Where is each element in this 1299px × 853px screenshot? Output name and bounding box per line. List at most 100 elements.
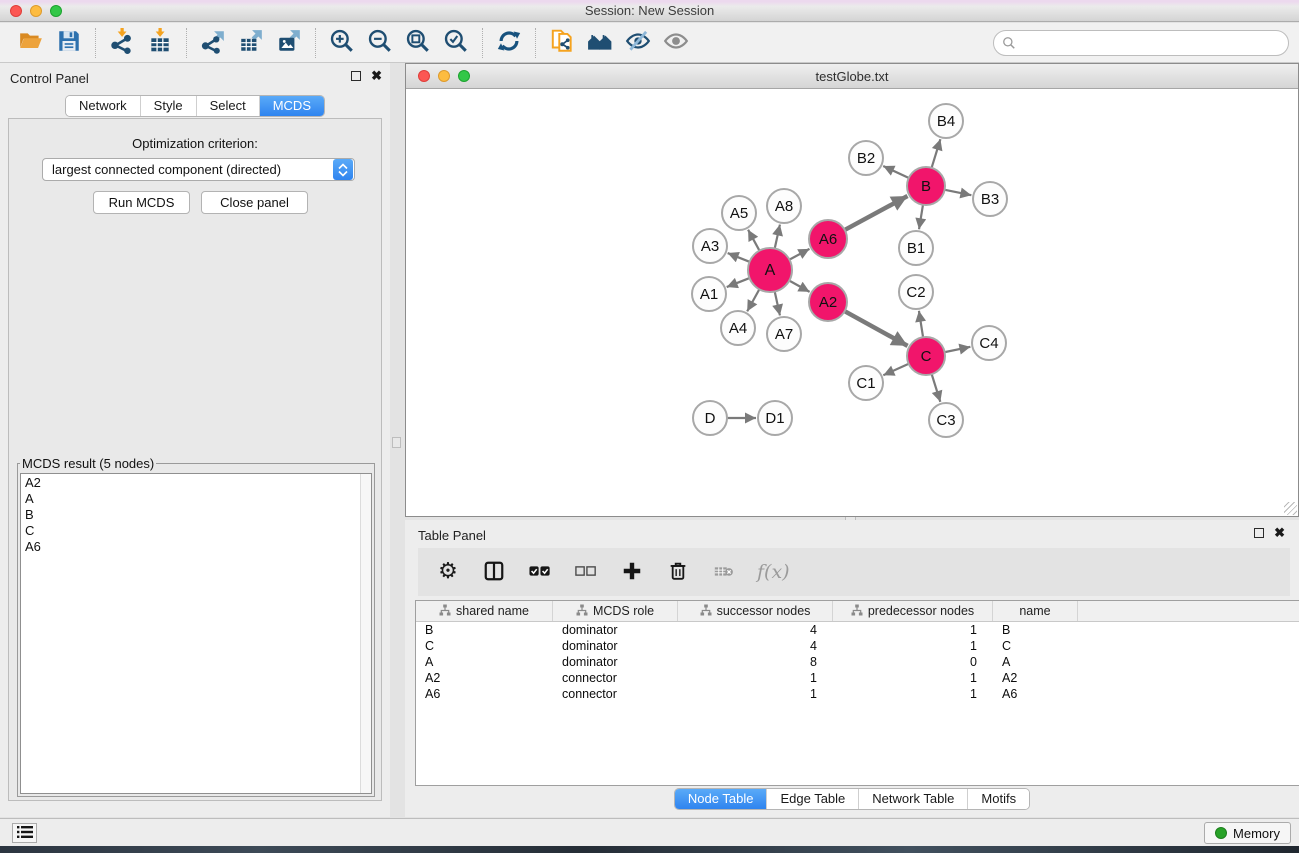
graph-node-A8[interactable]: A8 — [767, 189, 801, 223]
graph-edge-B-B3[interactable] — [944, 190, 972, 196]
zoom-out-button[interactable] — [361, 27, 399, 59]
run-mcds-button[interactable]: Run MCDS — [93, 191, 190, 214]
table-row[interactable]: Bdominator41B — [416, 622, 1299, 638]
table-cell[interactable]: connector — [553, 670, 678, 686]
graph-node-A3[interactable]: A3 — [693, 229, 727, 263]
float-table-panel-icon[interactable] — [1254, 528, 1264, 538]
graph-edge-C-C2[interactable] — [919, 311, 923, 338]
export-table-button[interactable] — [232, 27, 270, 59]
tab-style[interactable]: Style — [140, 96, 196, 116]
graph-edge-A-A6[interactable] — [789, 249, 810, 260]
graph-edge-A-A2[interactable] — [788, 280, 809, 292]
graph-edge-C-C3[interactable] — [931, 373, 940, 402]
graph-node-B1[interactable]: B1 — [899, 231, 933, 265]
graph-node-C3[interactable]: C3 — [929, 403, 963, 437]
delete-column-button[interactable] — [665, 559, 691, 585]
hide-details-button[interactable] — [619, 27, 657, 59]
zoom-in-button[interactable] — [323, 27, 361, 59]
add-column-button[interactable] — [619, 559, 645, 585]
home-button[interactable] — [581, 27, 619, 59]
import-table-button[interactable] — [141, 27, 179, 59]
table-cell[interactable]: connector — [553, 686, 678, 702]
table-cell[interactable]: dominator — [553, 622, 678, 638]
tab-node-table[interactable]: Node Table — [675, 789, 767, 809]
function-builder-button[interactable]: f(x) — [757, 559, 790, 585]
table-cell[interactable]: B — [993, 622, 1078, 638]
table-cell[interactable]: 0 — [833, 654, 993, 670]
graph-edge-A-A8[interactable] — [774, 225, 779, 250]
table-row[interactable]: Adominator80A — [416, 654, 1299, 670]
graph-node-D1[interactable]: D1 — [758, 401, 792, 435]
tab-select[interactable]: Select — [196, 96, 259, 116]
vertical-splitter-handle[interactable] — [392, 437, 401, 448]
table-cell[interactable]: B — [416, 622, 553, 638]
graph-edge-B-B2[interactable] — [883, 166, 909, 178]
destroy-table-button[interactable] — [711, 559, 737, 585]
mcds-result-item[interactable]: A — [25, 491, 367, 507]
graph-edge-A6-B[interactable] — [844, 196, 908, 230]
apply-layout-button[interactable] — [490, 27, 528, 59]
table-cell[interactable]: A2 — [993, 670, 1078, 686]
table-row[interactable]: Cdominator41C — [416, 638, 1299, 654]
tab-network[interactable]: Network — [66, 96, 140, 116]
column-header-predecessor-nodes[interactable]: predecessor nodes — [833, 601, 993, 621]
graph-node-A7[interactable]: A7 — [767, 317, 801, 351]
graph-edge-C-C1[interactable] — [883, 363, 909, 375]
network-window-titlebar[interactable]: testGlobe.txt — [406, 64, 1298, 89]
tab-edge-table[interactable]: Edge Table — [766, 789, 858, 809]
graph-node-B[interactable]: B — [907, 167, 945, 205]
table-cell[interactable]: A6 — [416, 686, 553, 702]
float-panel-icon[interactable] — [351, 71, 361, 81]
graph-node-B2[interactable]: B2 — [849, 141, 883, 175]
resize-grip[interactable] — [1284, 502, 1297, 515]
table-cell[interactable]: dominator — [553, 638, 678, 654]
network-graph[interactable]: AA1A2A3A4A5A6A7A8BB1B2B3B4CC1C2C3C4DD1 — [406, 89, 1298, 516]
graph-node-C1[interactable]: C1 — [849, 366, 883, 400]
close-panel-button[interactable]: Close panel — [201, 191, 308, 214]
table-row[interactable]: A6connector11A6 — [416, 686, 1299, 702]
graph-node-B4[interactable]: B4 — [929, 104, 963, 138]
close-table-panel-icon[interactable]: ✖ — [1274, 528, 1285, 538]
graph-edge-A-A5[interactable] — [748, 230, 760, 252]
zoom-fit-button[interactable] — [399, 27, 437, 59]
table-row[interactable]: A2connector11A2 — [416, 670, 1299, 686]
graph-node-C[interactable]: C — [907, 337, 945, 375]
graph-edge-B-B1[interactable] — [919, 204, 923, 229]
deselect-all-button[interactable] — [573, 559, 599, 585]
split-view-button[interactable] — [481, 559, 507, 585]
graph-edge-A-A1[interactable] — [727, 278, 751, 287]
select-all-button[interactable] — [527, 559, 553, 585]
task-history-button[interactable] — [12, 823, 37, 843]
graph-node-A2[interactable]: A2 — [809, 283, 847, 321]
table-cell[interactable]: 4 — [678, 638, 833, 654]
table-cell[interactable]: A6 — [993, 686, 1078, 702]
graph-node-D[interactable]: D — [693, 401, 727, 435]
export-network-button[interactable] — [194, 27, 232, 59]
table-cell[interactable]: A2 — [416, 670, 553, 686]
table-cell[interactable]: A — [416, 654, 553, 670]
close-panel-icon[interactable]: ✖ — [371, 71, 382, 81]
mcds-result-item[interactable]: A6 — [25, 539, 367, 555]
tab-network-table[interactable]: Network Table — [858, 789, 967, 809]
graph-edge-A2-C[interactable] — [844, 311, 908, 346]
table-settings-button[interactable]: ⚙ — [435, 559, 461, 585]
column-header-successor-nodes[interactable]: successor nodes — [678, 601, 833, 621]
open-file-button[interactable] — [12, 27, 50, 59]
column-header-mcds-role[interactable]: MCDS role — [553, 601, 678, 621]
tab-mcds[interactable]: MCDS — [259, 96, 324, 116]
graph-node-A4[interactable]: A4 — [721, 311, 755, 345]
graph-node-A[interactable]: A — [748, 248, 792, 292]
table-cell[interactable]: C — [993, 638, 1078, 654]
table-cell[interactable]: 1 — [833, 686, 993, 702]
column-header-shared-name[interactable]: shared name — [416, 601, 553, 621]
mcds-result-item[interactable]: A2 — [25, 475, 367, 491]
table-cell[interactable]: 1 — [833, 638, 993, 654]
graph-edge-B-B4[interactable] — [931, 139, 940, 169]
search-input[interactable] — [993, 30, 1289, 56]
open-session-button[interactable] — [543, 27, 581, 59]
graph-node-B3[interactable]: B3 — [973, 182, 1007, 216]
table-cell[interactable]: A — [993, 654, 1078, 670]
result-scrollbar[interactable] — [360, 474, 371, 793]
graph-node-A5[interactable]: A5 — [722, 196, 756, 230]
table-cell[interactable]: 8 — [678, 654, 833, 670]
